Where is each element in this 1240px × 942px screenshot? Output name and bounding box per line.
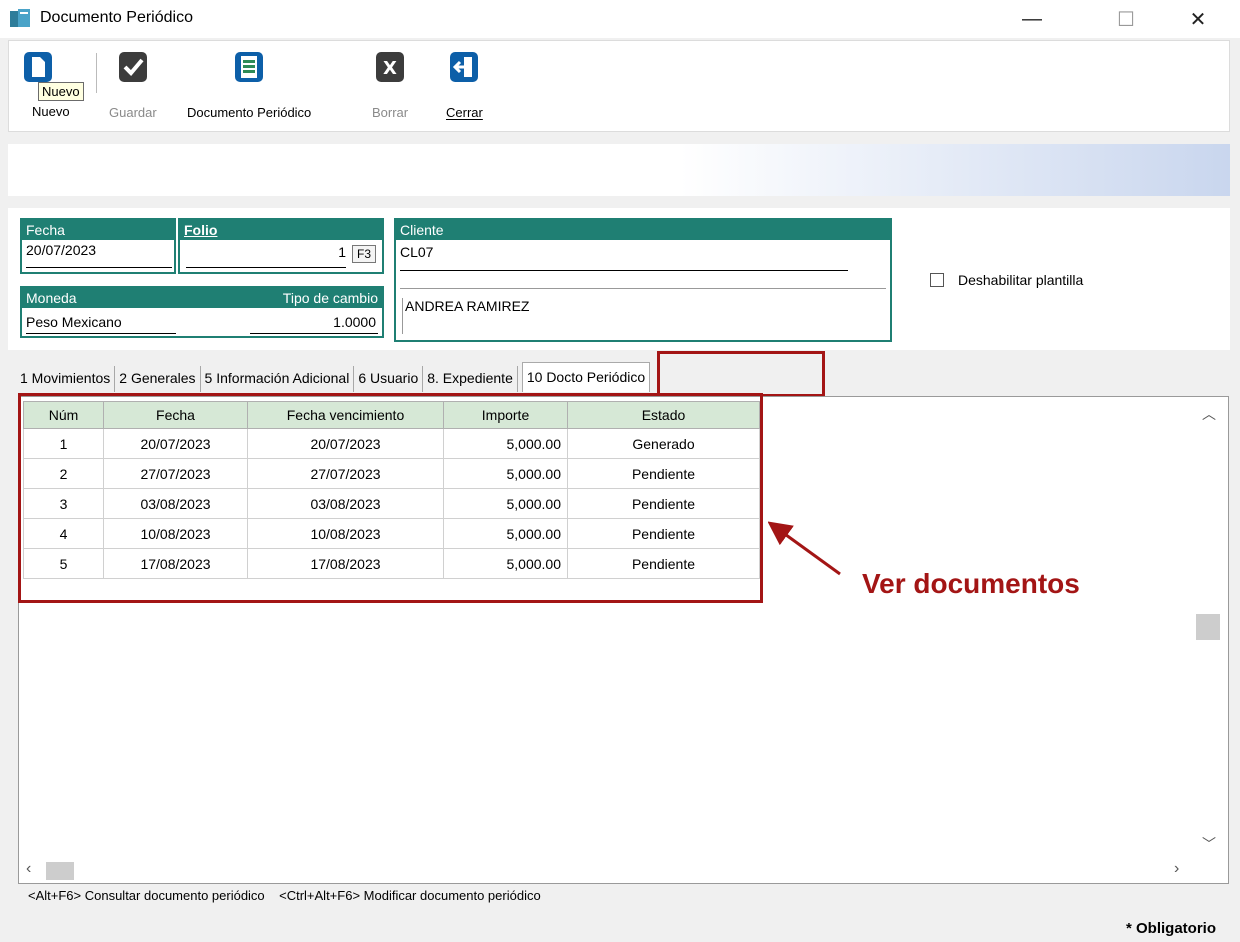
exit-icon (450, 52, 479, 82)
tipo-cambio-field[interactable]: 1.0000 (333, 314, 376, 330)
cerrar-label: Cerrar (446, 105, 483, 120)
svg-text:X: X (383, 58, 397, 79)
folio-label: Folio (184, 222, 218, 238)
fecha-label: Fecha (26, 222, 65, 238)
info-band (8, 144, 1230, 196)
tab-movimientos[interactable]: 1 Movimientos (16, 366, 116, 392)
moneda-group: Moneda Tipo de cambio Peso Mexicano 1.00… (20, 286, 384, 338)
tab-docto-periodico[interactable]: 10 Docto Periódico (521, 362, 651, 392)
fecha-group: Fecha 20/07/2023 (20, 218, 176, 274)
documento-periodico-button[interactable]: Documento Periódico (187, 51, 311, 120)
cliente-label: Cliente (400, 222, 444, 238)
shortcut-hint: <Alt+F6> Consultar documento periódico <… (28, 888, 541, 903)
delete-x-icon: X (376, 52, 405, 82)
folio-underline (186, 267, 346, 268)
fecha-underline (26, 267, 172, 268)
deshabilitar-checkbox[interactable] (930, 273, 944, 287)
title-bar: Documento Periódico — ☐ ✕ (0, 0, 1240, 38)
vertical-scroll-thumb[interactable] (1196, 614, 1220, 640)
tab-expediente[interactable]: 8. Expediente (423, 366, 518, 392)
tab-informacion-adicional[interactable]: 5 Información Adicional (201, 366, 355, 392)
deshabilitar-plantilla-option[interactable]: Deshabilitar plantilla (930, 272, 1083, 288)
guardar-button[interactable]: Guardar (109, 51, 157, 120)
nuevo-tooltip: Nuevo (38, 82, 84, 101)
cliente-code-field[interactable]: CL07 (400, 244, 433, 260)
tab-highlight-box (657, 351, 825, 397)
window-title: Documento Periódico (40, 9, 193, 26)
maximize-button[interactable]: ☐ (1098, 0, 1154, 38)
tipo-cambio-label: Tipo de cambio (282, 290, 378, 306)
header-panel: Fecha 20/07/2023 Folio 1 F3 Moneda Tipo … (8, 208, 1230, 350)
obligatorio-note: * Obligatorio (1126, 920, 1216, 937)
tab-usuario[interactable]: 6 Usuario (354, 366, 424, 392)
grid-highlight-box (18, 393, 763, 603)
tab-strip: 1 Movimientos 2 Generales 5 Información … (16, 362, 651, 392)
toolbar: Nuevo Guardar Documento Periódico X Borr… (8, 40, 1230, 132)
borrar-button[interactable]: X Borrar (372, 51, 408, 120)
moneda-label: Moneda (26, 290, 77, 306)
cerrar-button[interactable]: Cerrar (446, 51, 483, 120)
nuevo-label-visible: Nuevo (32, 104, 70, 119)
tab-generales[interactable]: 2 Generales (115, 366, 201, 392)
deshabilitar-label: Deshabilitar plantilla (958, 272, 1084, 288)
callout-arrow-icon (768, 521, 841, 576)
checkmark-icon (118, 52, 147, 82)
cliente-name-field[interactable]: ANDREA RAMIREZ (402, 298, 529, 334)
folio-field[interactable]: 1 (338, 244, 346, 260)
borrar-label: Borrar (372, 105, 409, 120)
new-document-icon (23, 52, 52, 82)
guardar-label: Guardar (109, 105, 157, 120)
close-window-button[interactable]: ✕ (1170, 0, 1226, 38)
moneda-field[interactable]: Peso Mexicano (26, 314, 122, 330)
cliente-group: Cliente CL07 ANDREA RAMIREZ (394, 218, 892, 342)
cliente-divider (400, 288, 886, 289)
documento-periodico-label: Documento Periódico (187, 105, 312, 120)
folio-group: Folio 1 F3 (178, 218, 384, 274)
scroll-up-icon[interactable]: ︿ (1202, 404, 1216, 424)
folio-f3-button[interactable]: F3 (351, 245, 376, 263)
scroll-right-icon[interactable]: › (1174, 860, 1179, 878)
scroll-left-icon[interactable]: ‹ (26, 860, 31, 878)
moneda-underline (26, 333, 176, 334)
minimize-button[interactable]: — (1004, 0, 1060, 38)
vertical-scrollbar[interactable]: ︿ ﹀ (1192, 400, 1228, 864)
fecha-field[interactable]: 20/07/2023 (22, 240, 174, 260)
periodic-document-icon (235, 52, 264, 82)
horizontal-scrollbar[interactable]: ‹ › (20, 858, 1192, 882)
tipo-cambio-underline (250, 333, 378, 334)
cliente-code-underline (400, 270, 848, 271)
ver-documentos-callout: Ver documentos (862, 568, 1080, 599)
scroll-down-icon[interactable]: ﹀ (1202, 834, 1216, 854)
app-icon (10, 9, 30, 27)
toolbar-separator (96, 53, 97, 93)
horizontal-scroll-thumb[interactable] (46, 862, 74, 880)
